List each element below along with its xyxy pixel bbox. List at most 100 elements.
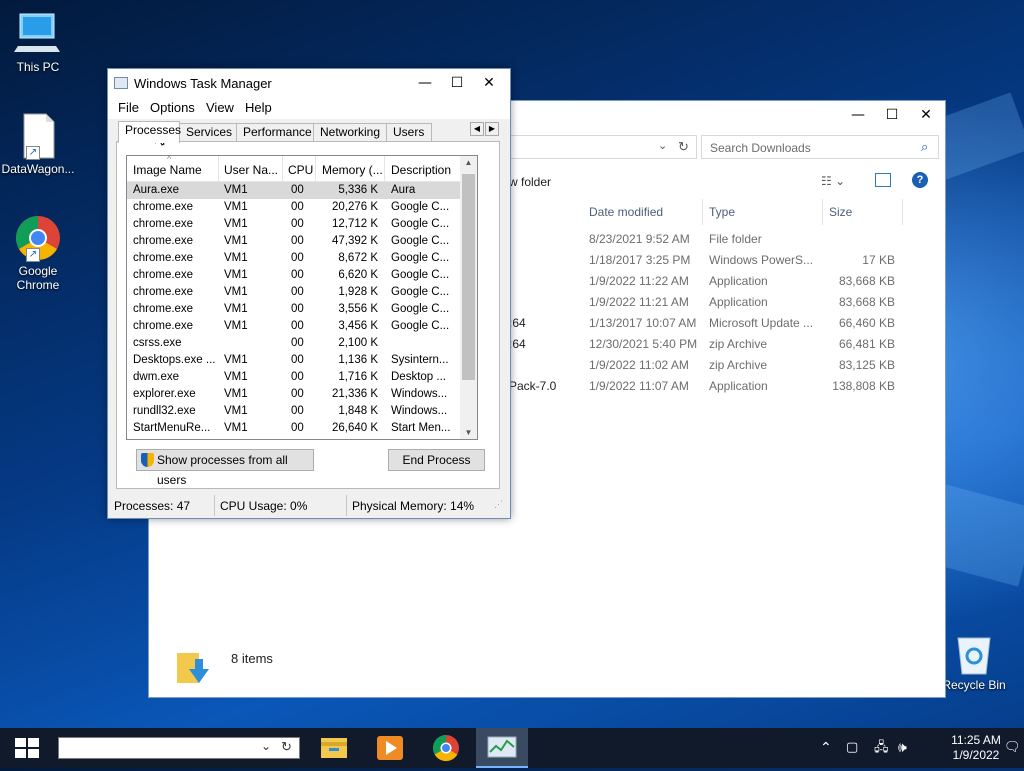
network-icon[interactable]: 🖧 [874, 728, 889, 768]
process-row[interactable]: csrss.exe 00 2,100 K [127, 335, 477, 352]
explorer-minimize-button[interactable]: — [841, 101, 875, 129]
help-icon[interactable]: ? [912, 172, 928, 188]
shortcut-arrow-icon: ↗ [26, 248, 40, 262]
column-size[interactable]: Size [823, 199, 903, 225]
resize-grip-icon[interactable]: ⋰ [494, 499, 503, 510]
address-dropdown-icon[interactable]: ⌄ [658, 139, 667, 152]
file-row[interactable]: :64 1/13/2017 10:07 AM Microsoft Update … [509, 313, 929, 334]
tab-performance[interactable]: Performance [236, 123, 314, 142]
recycle-bin-icon [954, 632, 994, 676]
address-bar[interactable]: ⌄ ↻ [509, 135, 697, 159]
new-folder-button[interactable]: w folder [509, 175, 551, 189]
file-explorer-icon[interactable] [308, 728, 360, 768]
desktop-icon-datawagon[interactable]: ↗ DataWagon... [0, 112, 76, 176]
show-hidden-icons-icon[interactable]: ⌃ [820, 728, 832, 768]
status-bar: Processes: 47 CPU Usage: 0% Physical Mem… [108, 493, 510, 518]
tab-users[interactable]: Users [386, 123, 432, 142]
process-row[interactable]: chrome.exe VM1 00 3,456 K Google C... [127, 318, 477, 335]
taskbar-clock[interactable]: 11:25 AM 1/9/2022 [946, 733, 1006, 763]
window-title: Windows Task Manager [134, 76, 272, 91]
file-row[interactable]: :64 12/30/2021 5:40 PM zip Archive 66,48… [509, 334, 929, 355]
notifications-icon[interactable]: 🗨 [1004, 728, 1021, 768]
tab-processes[interactable]: Processes [118, 121, 181, 143]
file-row[interactable]: 8/23/2021 9:52 AM File folder [509, 229, 929, 250]
scroll-down-icon[interactable]: ▼ [460, 428, 477, 437]
file-row[interactable]: Pack-7.0 1/9/2022 11:07 AM Application 1… [509, 376, 929, 397]
search-input[interactable]: Search Downloads [701, 135, 939, 159]
clock-time: 11:25 AM [951, 733, 1001, 747]
column-cpu[interactable]: CPU [288, 163, 313, 177]
process-row[interactable]: chrome.exe VM1 00 6,620 K Google C... [127, 267, 477, 284]
process-row[interactable]: rundll32.exe VM1 00 1,848 K Windows... [127, 403, 477, 420]
menu-options[interactable]: Options [150, 100, 195, 115]
column-type[interactable]: Type [703, 199, 823, 225]
desktop-icon-this-pc[interactable]: This PC [0, 10, 76, 74]
scrollbar-thumb[interactable] [462, 174, 475, 380]
task-manager-title-bar[interactable]: Windows Task Manager — ☐ ✕ [108, 69, 510, 99]
taskbar-search-input[interactable]: ⌄ ↻ [58, 737, 300, 759]
task-manager-window[interactable]: Windows Task Manager — ☐ ✕ File Options … [107, 68, 511, 519]
process-row[interactable]: chrome.exe VM1 00 3,556 K Google C... [127, 301, 477, 318]
scroll-up-icon[interactable]: ▲ [460, 158, 477, 167]
tray-app-icon[interactable]: ▢ [846, 728, 858, 768]
search-dropdown-icon[interactable]: ⌄ [261, 739, 271, 753]
maximize-button[interactable]: ☐ [440, 69, 474, 97]
explorer-maximize-button[interactable]: ☐ [875, 101, 909, 129]
media-player-icon[interactable] [364, 728, 416, 768]
close-button[interactable]: ✕ [472, 69, 506, 97]
document-icon: ↗ [14, 112, 62, 160]
process-count: Processes: 47 [114, 499, 191, 513]
chrome-icon: ↗ [14, 214, 62, 262]
process-row[interactable]: StartMenuRe... VM1 00 26,640 K Start Men… [127, 420, 477, 437]
cpu-usage: CPU Usage: 0% [220, 499, 308, 513]
column-image-name[interactable]: Image Name [133, 163, 202, 177]
column-date-modified[interactable]: Date modified [583, 199, 703, 225]
process-row[interactable]: Aura.exe VM1 00 5,336 K Aura [127, 182, 477, 199]
search-icon[interactable]: ⌕ [921, 139, 928, 155]
search-refresh-icon[interactable]: ↻ [281, 739, 292, 755]
column-description[interactable]: Description [391, 163, 451, 177]
chrome-icon[interactable] [420, 728, 472, 768]
end-process-button[interactable]: End Process [388, 449, 485, 471]
desktop-icon-label: Google Chrome [16, 264, 60, 292]
shortcut-arrow-icon: ↗ [26, 146, 40, 160]
uac-shield-icon [141, 453, 154, 467]
menu-help[interactable]: Help [245, 100, 272, 115]
taskbar: ⌄ ↻ ⌃ ▢ 🖧 🕪 11:25 AM 1/9/2022 🗨 [0, 728, 1024, 768]
task-manager-icon[interactable] [476, 728, 528, 768]
desktop-icon-recycle-bin[interactable]: Recycle Bin [936, 632, 1012, 692]
minimize-button[interactable]: — [408, 69, 442, 97]
view-options-icon[interactable]: ☷ ⌄ [821, 174, 845, 188]
file-row[interactable]: 1/9/2022 11:22 AM Application 83,668 KB [509, 271, 929, 292]
show-all-processes-button[interactable]: Show processes from all users [136, 449, 314, 487]
menu-file[interactable]: File [118, 100, 139, 115]
process-row[interactable]: dwm.exe VM1 00 1,716 K Desktop ... [127, 369, 477, 386]
process-list-scrollbar[interactable]: ▲ ▼ [460, 156, 477, 439]
tab-scroll-left-icon[interactable]: ◀ [470, 122, 484, 136]
computer-icon [14, 10, 62, 58]
tab-scroll-right-icon[interactable]: ▶ [485, 122, 499, 136]
preview-pane-icon[interactable] [875, 173, 891, 187]
process-row[interactable]: explorer.exe VM1 00 21,336 K Windows... [127, 386, 477, 403]
refresh-icon[interactable]: ↻ [678, 139, 689, 155]
process-row[interactable]: chrome.exe VM1 00 8,672 K Google C... [127, 250, 477, 267]
column-memory[interactable]: Memory (... [322, 163, 383, 177]
process-row[interactable]: chrome.exe VM1 00 1,928 K Google C... [127, 284, 477, 301]
file-row[interactable]: 1/18/2017 3:25 PM Windows PowerS... 17 K… [509, 250, 929, 271]
file-row[interactable]: 1/9/2022 11:21 AM Application 83,668 KB [509, 292, 929, 313]
tab-services[interactable]: Services [179, 123, 237, 142]
process-row[interactable]: chrome.exe VM1 00 12,712 K Google C... [127, 216, 477, 233]
process-row[interactable]: chrome.exe VM1 00 20,276 K Google C... [127, 199, 477, 216]
tab-networking[interactable]: Networking [313, 123, 387, 142]
desktop-icon-label: DataWagon... [1, 162, 75, 176]
process-list[interactable]: ^ Image Name User Na... CPU Memory (... … [126, 155, 478, 440]
process-row[interactable]: Desktops.exe ... VM1 00 1,136 K Sysinter… [127, 352, 477, 369]
desktop-icon-google-chrome[interactable]: ↗ Google Chrome [0, 214, 76, 292]
volume-icon[interactable]: 🕪 [898, 728, 907, 768]
menu-view[interactable]: View [206, 100, 234, 115]
explorer-close-button[interactable]: ✕ [909, 101, 943, 129]
column-user-name[interactable]: User Na... [224, 163, 278, 177]
windows-start-icon[interactable] [0, 728, 54, 768]
file-row[interactable]: 1/9/2022 11:02 AM zip Archive 83,125 KB [509, 355, 929, 376]
process-row[interactable]: chrome.exe VM1 00 47,392 K Google C... [127, 233, 477, 250]
